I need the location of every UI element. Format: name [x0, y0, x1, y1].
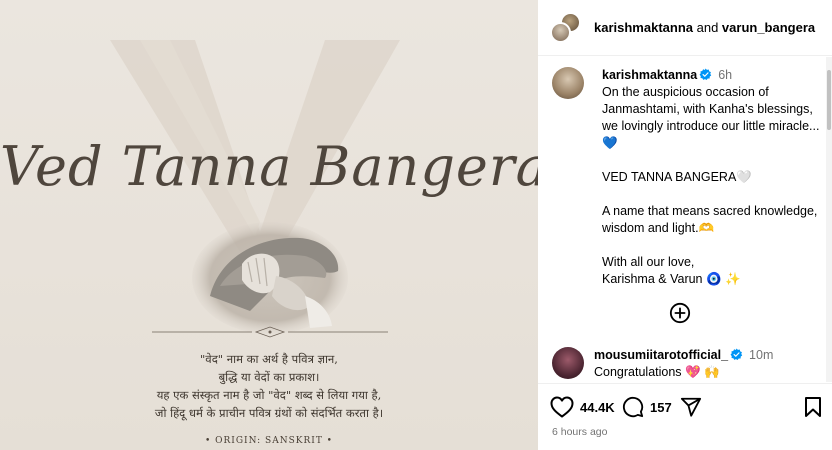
username-link[interactable]: karishmaktanna: [594, 20, 693, 35]
hands-photo: [192, 222, 348, 334]
post-actions-bar: 44.4K 157 6 hours ago: [538, 383, 832, 450]
paper-plane-icon[interactable]: [680, 396, 702, 418]
ornament-divider: [152, 326, 388, 338]
joiner-text: and: [693, 20, 722, 35]
comment-username[interactable]: mousumiitarotofficial_: [594, 348, 728, 362]
username-link[interactable]: varun_bangera: [722, 20, 815, 35]
post-caption: karishmaktanna 6h On the auspicious occas…: [552, 67, 822, 288]
meaning-line: जो हिंदू धर्म के प्राचीन पवित्र ग्रंथों …: [154, 406, 384, 420]
share-button[interactable]: [680, 396, 702, 418]
verified-badge-icon: [730, 348, 743, 361]
bookmark-icon[interactable]: [804, 396, 822, 418]
name-meaning-text: "वेद" नाम का अर्थ है पवित्र ज्ञान, बुद्ध…: [0, 350, 538, 422]
comment-item: mousumiitarotofficial_ 10m Congratulation…: [552, 347, 822, 381]
post-header: karishmaktanna and varun_bangera: [538, 0, 832, 56]
meaning-line: यह एक संस्कृत नाम है जो "वेद" शब्द से लि…: [156, 388, 382, 402]
avatar[interactable]: [552, 347, 584, 379]
comment-count[interactable]: 157: [650, 400, 672, 415]
heart-icon[interactable]: [550, 396, 574, 418]
like-count[interactable]: 44.4K: [580, 400, 615, 415]
comment-body: mousumiitarotofficial_ 10m Congratulation…: [594, 347, 773, 381]
meaning-line: बुद्धि या वेदों का प्रकाश।: [218, 370, 320, 384]
save-button[interactable]: [804, 396, 822, 418]
caption-line: With all our love,: [602, 255, 695, 269]
comments-area[interactable]: karishmaktanna 6h On the auspicious occas…: [538, 57, 832, 382]
meaning-line: "वेद" नाम का अर्थ है पवित्र ज्ञान,: [200, 352, 338, 366]
caption-time[interactable]: 6h: [718, 68, 732, 82]
avatar[interactable]: [550, 21, 571, 43]
baby-name-title: Ved Tanna Bangera: [0, 135, 538, 198]
caption-line: VED TANNA BANGERA🤍: [602, 170, 752, 184]
caption-username[interactable]: karishmaktanna: [602, 68, 697, 82]
scrollbar-thumb[interactable]: [827, 70, 831, 130]
plus-circle-icon[interactable]: [669, 302, 691, 324]
comment-button[interactable]: 157: [622, 396, 672, 418]
like-button[interactable]: 44.4K: [550, 396, 615, 418]
post-side-panel: karishmaktanna and varun_bangera karishm…: [538, 0, 832, 450]
comment-time[interactable]: 10m: [749, 348, 773, 362]
caption-line: On the auspicious occasion of Janmashtam…: [602, 85, 820, 150]
collab-usernames: karishmaktanna and varun_bangera: [594, 20, 815, 35]
origin-label: • ORIGIN: SANSKRIT •: [204, 436, 333, 446]
avatar[interactable]: [552, 67, 584, 99]
caption-line: Karishma & Varun 🧿 ✨: [602, 272, 741, 286]
verified-badge-icon: [699, 68, 712, 81]
collab-avatars[interactable]: [550, 11, 582, 44]
comment-bubble-icon[interactable]: [622, 396, 644, 418]
caption-body: karishmaktanna 6h On the auspicious occas…: [602, 67, 822, 288]
caption-line: A name that means sacred knowledge, wisd…: [602, 204, 818, 235]
comment-text: Congratulations 💖 🙌: [594, 365, 720, 379]
post-timestamp[interactable]: 6 hours ago: [552, 426, 607, 438]
post-image: Ved Tanna Bangera "वेद" नाम का अर्थ है प…: [0, 0, 538, 450]
